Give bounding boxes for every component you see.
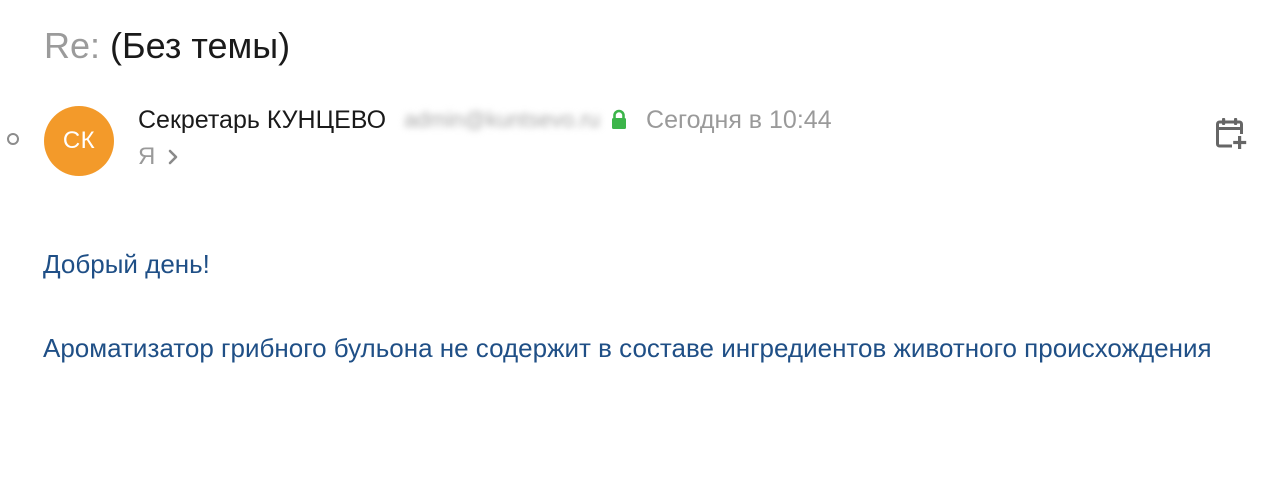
recipient-line[interactable]: Я (138, 141, 179, 173)
email-date: Сегодня в 10:44 (646, 105, 832, 134)
sender-line: Секретарь КУНЦЕВО admin@kuntsevo.ru Сего… (138, 103, 832, 137)
unread-status-icon[interactable] (7, 133, 19, 145)
recipient[interactable]: Я (138, 143, 155, 171)
sender-name[interactable]: Секретарь КУНЦЕВО (138, 106, 386, 135)
sender-avatar[interactable]: СК (44, 106, 114, 176)
sender-email[interactable]: admin@kuntsevo.ru (404, 107, 600, 133)
body-message: Ароматизатор грибного бульона не содержи… (43, 333, 1212, 363)
calendar-add-icon[interactable] (1215, 117, 1247, 151)
subject-text: (Без темы) (110, 25, 291, 66)
chevron-right-icon[interactable] (167, 148, 179, 166)
email-view: Re: (Без темы) СК Секретарь КУНЦЕВО admi… (0, 0, 1280, 486)
subject-prefix: Re: (44, 25, 101, 66)
email-body: Добрый день! Ароматизатор грибного бульо… (43, 243, 1223, 369)
lock-icon (612, 109, 627, 129)
body-greeting: Добрый день! (43, 249, 210, 279)
email-subject: Re: (Без темы) (44, 24, 290, 68)
